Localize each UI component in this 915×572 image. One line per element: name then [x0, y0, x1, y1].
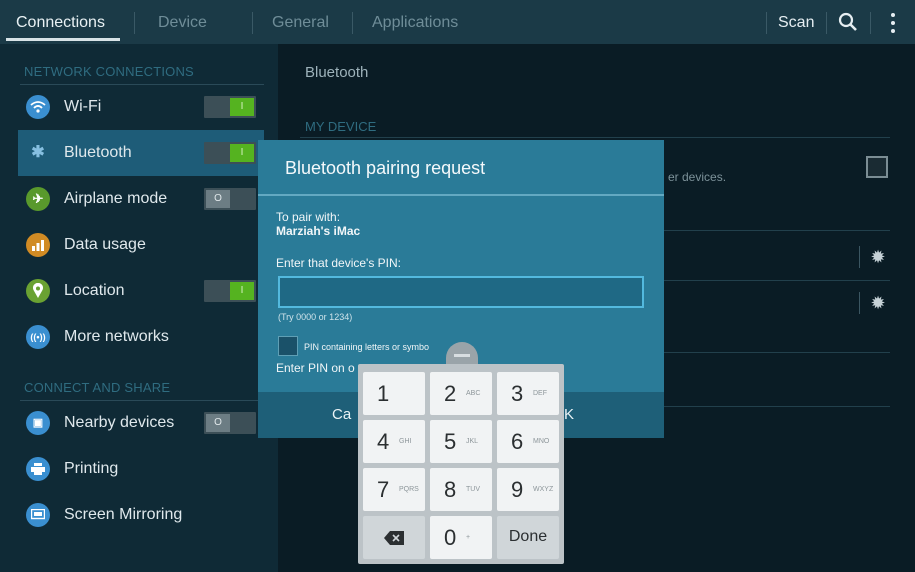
key-7[interactable]: 7 PQRS	[363, 468, 425, 511]
pin-letters-label: PIN containing letters or symbo	[304, 342, 430, 352]
visibility-description: er devices.	[668, 170, 727, 184]
visibility-checkbox[interactable]	[866, 156, 888, 178]
keypad-handle-grip	[454, 354, 470, 357]
airplane-icon: ✈	[26, 187, 50, 211]
key-4[interactable]: 4 GHI	[363, 420, 425, 463]
section-header-my-device: MY DEVICE	[305, 119, 377, 134]
nearby-devices-toggle[interactable]: O	[204, 412, 256, 434]
tab-device[interactable]: Device	[158, 0, 207, 44]
key-0[interactable]: 0 +	[430, 516, 492, 559]
sidebar-item-label: Airplane mode	[64, 190, 168, 207]
numeric-keypad: 1 2 ABC 3 DEF 4 GHI 5 JKL 6 MNO 7 PQRS 8 TUV 9W…	[358, 364, 564, 564]
row-divider	[859, 246, 860, 268]
dialog-title-divider	[258, 194, 664, 196]
tab-divider	[352, 12, 353, 34]
sidebar-item-airplane-mode[interactable]: ✈ Airplane mode O	[18, 176, 264, 222]
more-vert-icon[interactable]	[889, 12, 897, 34]
ok-button[interactable]: K	[564, 406, 574, 423]
key-5[interactable]: 5 JKL	[430, 420, 492, 463]
sidebar-item-label: Bluetooth	[64, 144, 132, 161]
sidebar-item-label: More networks	[64, 328, 169, 345]
row-divider	[859, 292, 860, 314]
nearby-devices-icon: ▣	[26, 411, 50, 435]
pin-input[interactable]	[278, 276, 644, 308]
printer-icon	[26, 457, 50, 481]
sidebar-item-wifi[interactable]: Wi-Fi I	[18, 84, 264, 130]
tab-divider	[134, 12, 135, 34]
backspace-icon	[384, 531, 404, 545]
sidebar-item-label: Printing	[64, 460, 119, 477]
sidebar-item-more-networks[interactable]: ((•)) More networks	[18, 314, 264, 360]
tab-general[interactable]: General	[272, 0, 329, 44]
pair-with-label: To pair with:	[276, 210, 341, 224]
key-3[interactable]: 3 DEF	[497, 372, 559, 415]
done-key[interactable]: Done	[497, 516, 559, 559]
search-icon[interactable]	[838, 12, 858, 32]
sidebar-item-screen-mirroring[interactable]: Screen Mirroring	[18, 492, 264, 538]
tab-applications[interactable]: Applications	[372, 0, 458, 44]
key-6[interactable]: 6 MNO	[497, 420, 559, 463]
enter-pin-other-device-text: Enter PIN on o	[276, 361, 355, 375]
active-tab-indicator	[6, 38, 120, 41]
sidebar-item-label: Screen Mirroring	[64, 506, 183, 523]
key-9[interactable]: 9 WXYZ	[497, 468, 559, 511]
section-header-network: NETWORK CONNECTIONS	[24, 64, 194, 79]
gear-icon[interactable]: ✹	[867, 246, 889, 268]
sidebar-item-label: Data usage	[64, 236, 146, 253]
cancel-button[interactable]: Ca	[332, 406, 351, 423]
bluetooth-toggle[interactable]: I	[204, 142, 256, 164]
screen-mirroring-icon	[26, 503, 50, 527]
action-divider	[826, 12, 827, 34]
key-2[interactable]: 2 ABC	[430, 372, 492, 415]
sidebar-item-nearby-devices[interactable]: ▣ Nearby devices O	[18, 400, 264, 446]
wifi-icon	[26, 95, 50, 119]
tab-divider	[252, 12, 253, 34]
scan-button[interactable]: Scan	[778, 0, 814, 44]
sidebar-item-location[interactable]: Location I	[18, 268, 264, 314]
airplane-toggle[interactable]: O	[204, 188, 256, 210]
backspace-key[interactable]	[363, 516, 425, 559]
sidebar-item-printing[interactable]: Printing	[18, 446, 264, 492]
sidebar-item-bluetooth[interactable]: ✱ Bluetooth I	[18, 130, 264, 176]
device-name: Marziah's iMac	[276, 224, 361, 238]
more-networks-icon: ((•))	[26, 325, 50, 349]
gear-icon[interactable]: ✹	[867, 292, 889, 314]
sidebar-item-label: Nearby devices	[64, 414, 175, 431]
settings-sidebar: NETWORK CONNECTIONS Wi-Fi I ✱ Bluetooth …	[0, 44, 278, 572]
page-title: Bluetooth	[305, 64, 369, 81]
location-toggle[interactable]: I	[204, 280, 256, 302]
top-bar: Connections Device General Applications …	[0, 0, 915, 44]
location-icon	[26, 279, 50, 303]
action-divider	[766, 12, 767, 34]
section-header-connect-share: CONNECT AND SHARE	[24, 380, 171, 395]
data-usage-icon	[26, 233, 50, 257]
sidebar-item-label: Location	[64, 282, 125, 299]
sidebar-item-label: Wi-Fi	[64, 98, 102, 115]
pin-prompt: Enter that device's PIN:	[276, 256, 402, 270]
sidebar-item-data-usage[interactable]: Data usage	[18, 222, 264, 268]
pin-hint: (Try 0000 or 1234)	[278, 312, 353, 322]
bluetooth-icon: ✱	[31, 144, 45, 161]
wifi-toggle[interactable]: I	[204, 96, 256, 118]
pin-letters-checkbox[interactable]	[278, 336, 298, 356]
action-divider	[870, 12, 871, 34]
key-1[interactable]: 1	[363, 372, 425, 415]
divider	[300, 137, 890, 138]
dialog-title: Bluetooth pairing request	[285, 158, 486, 178]
key-8[interactable]: 8 TUV	[430, 468, 492, 511]
